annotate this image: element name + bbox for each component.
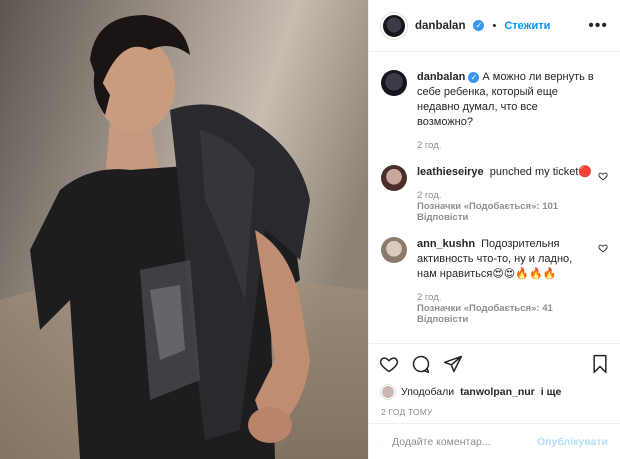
- comment-like-heart-icon[interactable]: [598, 243, 608, 253]
- comment-time: 2 год.: [417, 292, 442, 303]
- paper-plane-icon[interactable]: [443, 354, 463, 374]
- post-photo[interactable]: [0, 0, 368, 459]
- caption-author[interactable]: danbalan: [417, 71, 465, 83]
- verified-badge-icon: ✓: [468, 72, 480, 83]
- comment-text-line: ann_kushn Подозрительня активность что-т…: [417, 237, 594, 282]
- post-header: danbalan ✓ • Стежити •••: [369, 0, 620, 52]
- caption-body: danbalan ✓ А можно ли вернуть в себе ребе…: [417, 70, 608, 151]
- comment-body: leathieseirye punched my ticket🔴 2 год. …: [417, 165, 608, 223]
- liked-by-others[interactable]: і ще: [541, 386, 562, 398]
- follow-button[interactable]: Стежити: [504, 20, 550, 32]
- comment-likes[interactable]: Позначки «Подобається»: 101: [417, 201, 594, 212]
- comment-body: ann_kushn Подозрительня активность что-т…: [417, 237, 608, 325]
- post-actions-bar: [369, 343, 620, 383]
- comment-like-heart-icon[interactable]: [598, 171, 608, 181]
- post-timestamp[interactable]: 2 ГОД ТОМУ: [369, 401, 620, 423]
- heart-icon[interactable]: [379, 354, 399, 374]
- liker-avatar[interactable]: [381, 385, 395, 399]
- caption-text-line: danbalan ✓ А можно ли вернуть в себе ребе…: [417, 70, 594, 130]
- post-side-panel: danbalan ✓ • Стежити ••• danbalan ✓ А мож…: [368, 0, 620, 459]
- comment-likes[interactable]: Позначки «Подобається»: 41: [417, 303, 594, 314]
- comment-text: punched my ticket: [489, 166, 579, 178]
- comment-bubble-icon[interactable]: [411, 354, 431, 374]
- reply-button[interactable]: Відповісти: [417, 212, 594, 223]
- author-username[interactable]: danbalan: [415, 20, 465, 32]
- caption-time: 2 год.: [417, 140, 442, 151]
- comment-text-line: leathieseirye punched my ticket🔴: [417, 165, 594, 180]
- comment-item: leathieseirye punched my ticket🔴 2 год. …: [381, 165, 608, 223]
- comments-list[interactable]: danbalan ✓ А можно ли вернуть в себе ребе…: [369, 52, 620, 343]
- comment-emoji: 😍😍🔥🔥🔥: [492, 268, 557, 280]
- comment-avatar[interactable]: [381, 165, 407, 191]
- comment-author[interactable]: leathieseirye: [417, 166, 484, 178]
- instagram-post-view: danbalan ✓ • Стежити ••• danbalan ✓ А мож…: [0, 0, 620, 459]
- caption-avatar[interactable]: [381, 70, 407, 96]
- add-comment-bar: Опублікувати: [369, 423, 620, 459]
- more-options-icon[interactable]: •••: [588, 17, 608, 35]
- comment-input[interactable]: [391, 435, 527, 448]
- smiley-icon[interactable]: [381, 433, 382, 451]
- comment-item: ann_kushn Подозрительня активность что-т…: [381, 237, 608, 325]
- author-avatar[interactable]: [381, 12, 407, 39]
- reply-button[interactable]: Відповісти: [417, 314, 594, 325]
- comment-author[interactable]: ann_kushn: [417, 238, 475, 250]
- liked-by-prefix: Уподобали: [401, 386, 455, 398]
- liked-by-user[interactable]: tanwolpan_nur: [460, 386, 535, 398]
- caption: danbalan ✓ А можно ли вернуть в себе ребе…: [381, 70, 608, 151]
- verified-badge-icon: ✓: [473, 20, 485, 31]
- separator-dot: •: [492, 19, 497, 32]
- comment-time: 2 год.: [417, 190, 442, 201]
- comment-meta: 2 год. Позначки «Подобається»: 101 Відпо…: [417, 190, 594, 223]
- bookmark-icon[interactable]: [590, 354, 610, 374]
- photo-illustration: [0, 0, 368, 459]
- comment-emoji: 🔴: [578, 166, 593, 178]
- publish-button[interactable]: Опублікувати: [537, 436, 608, 448]
- comment-meta: 2 год. Позначки «Подобається»: 41 Відпов…: [417, 292, 594, 325]
- comment-avatar[interactable]: [381, 237, 407, 263]
- liked-by-line: Уподобали tanwolpan_nur і ще: [369, 383, 620, 401]
